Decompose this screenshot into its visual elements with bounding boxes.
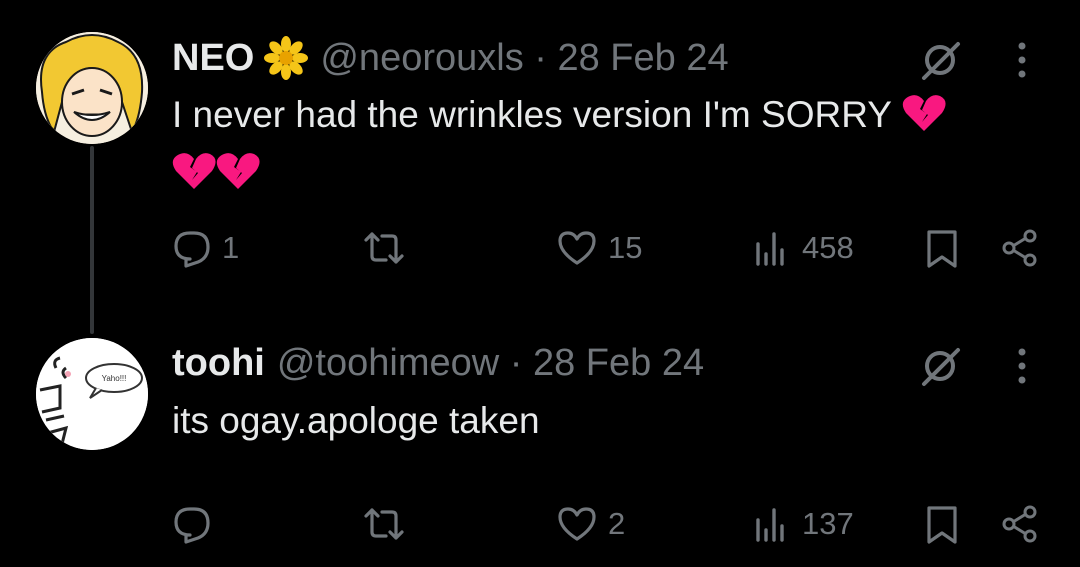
avatar[interactable] bbox=[36, 32, 148, 144]
like-button[interactable]: 2 bbox=[556, 504, 625, 544]
broken-heart-icon bbox=[902, 95, 946, 131]
post-text: its ogay.apologe taken bbox=[172, 392, 1052, 450]
handle-and-date[interactable]: @neorouxls · 28 Feb 24 bbox=[320, 37, 728, 80]
views-button[interactable]: 458 bbox=[752, 228, 854, 268]
view-count: 137 bbox=[802, 506, 854, 541]
sunflower-icon bbox=[264, 36, 309, 80]
views-button[interactable]: 137 bbox=[752, 504, 854, 544]
action-bar: 2 137 bbox=[0, 502, 1080, 552]
views-icon bbox=[756, 232, 784, 266]
share-button[interactable] bbox=[1000, 228, 1040, 268]
bookmark-button[interactable] bbox=[924, 228, 960, 270]
repost-button[interactable] bbox=[362, 228, 406, 268]
post-header: NEO @neorouxls · 28 Feb 24 bbox=[172, 36, 729, 80]
reply-icon bbox=[174, 507, 210, 544]
reply-button[interactable]: 1 bbox=[172, 228, 239, 268]
views-icon bbox=[756, 508, 784, 542]
bookmark-button[interactable] bbox=[924, 504, 960, 546]
action-bar: 1 15 458 bbox=[0, 226, 1080, 276]
broken-heart-icon bbox=[172, 153, 216, 189]
handle-and-date[interactable]: @toohimeow · 28 Feb 24 bbox=[277, 342, 704, 385]
post-header: toohi @toohimeow · 28 Feb 24 bbox=[172, 342, 704, 385]
like-icon bbox=[558, 231, 596, 265]
broken-heart-icon bbox=[216, 153, 260, 189]
post-text: I never had the wrinkles version I'm SOR… bbox=[172, 86, 1052, 202]
avatar[interactable]: Yaho!!! bbox=[36, 338, 148, 450]
like-count: 2 bbox=[608, 506, 626, 541]
share-icon bbox=[1002, 229, 1037, 267]
avatar-speech-text: Yaho!!! bbox=[102, 374, 127, 383]
like-button[interactable]: 15 bbox=[556, 228, 642, 268]
reply-button[interactable] bbox=[172, 504, 222, 544]
repost-icon bbox=[364, 232, 404, 264]
more-icon[interactable] bbox=[1016, 346, 1028, 386]
post-text-content: its ogay.apologe taken bbox=[172, 400, 540, 441]
reply-count: 1 bbox=[222, 230, 240, 265]
grok-icon[interactable] bbox=[918, 38, 962, 82]
bookmark-icon bbox=[927, 230, 957, 268]
like-count: 15 bbox=[608, 230, 643, 265]
share-button[interactable] bbox=[1000, 504, 1040, 544]
repost-icon bbox=[364, 508, 404, 540]
more-icon[interactable] bbox=[1016, 40, 1028, 80]
post-text-content: I never had the wrinkles version I'm SOR… bbox=[172, 94, 892, 135]
bookmark-icon bbox=[927, 506, 957, 544]
reply-icon bbox=[174, 231, 210, 268]
like-icon bbox=[558, 507, 596, 541]
repost-button[interactable] bbox=[362, 504, 406, 544]
grok-icon[interactable] bbox=[918, 344, 962, 388]
display-name[interactable]: toohi bbox=[172, 342, 265, 385]
view-count: 458 bbox=[802, 230, 854, 265]
share-icon bbox=[1002, 505, 1037, 543]
display-name[interactable]: NEO bbox=[172, 37, 254, 80]
